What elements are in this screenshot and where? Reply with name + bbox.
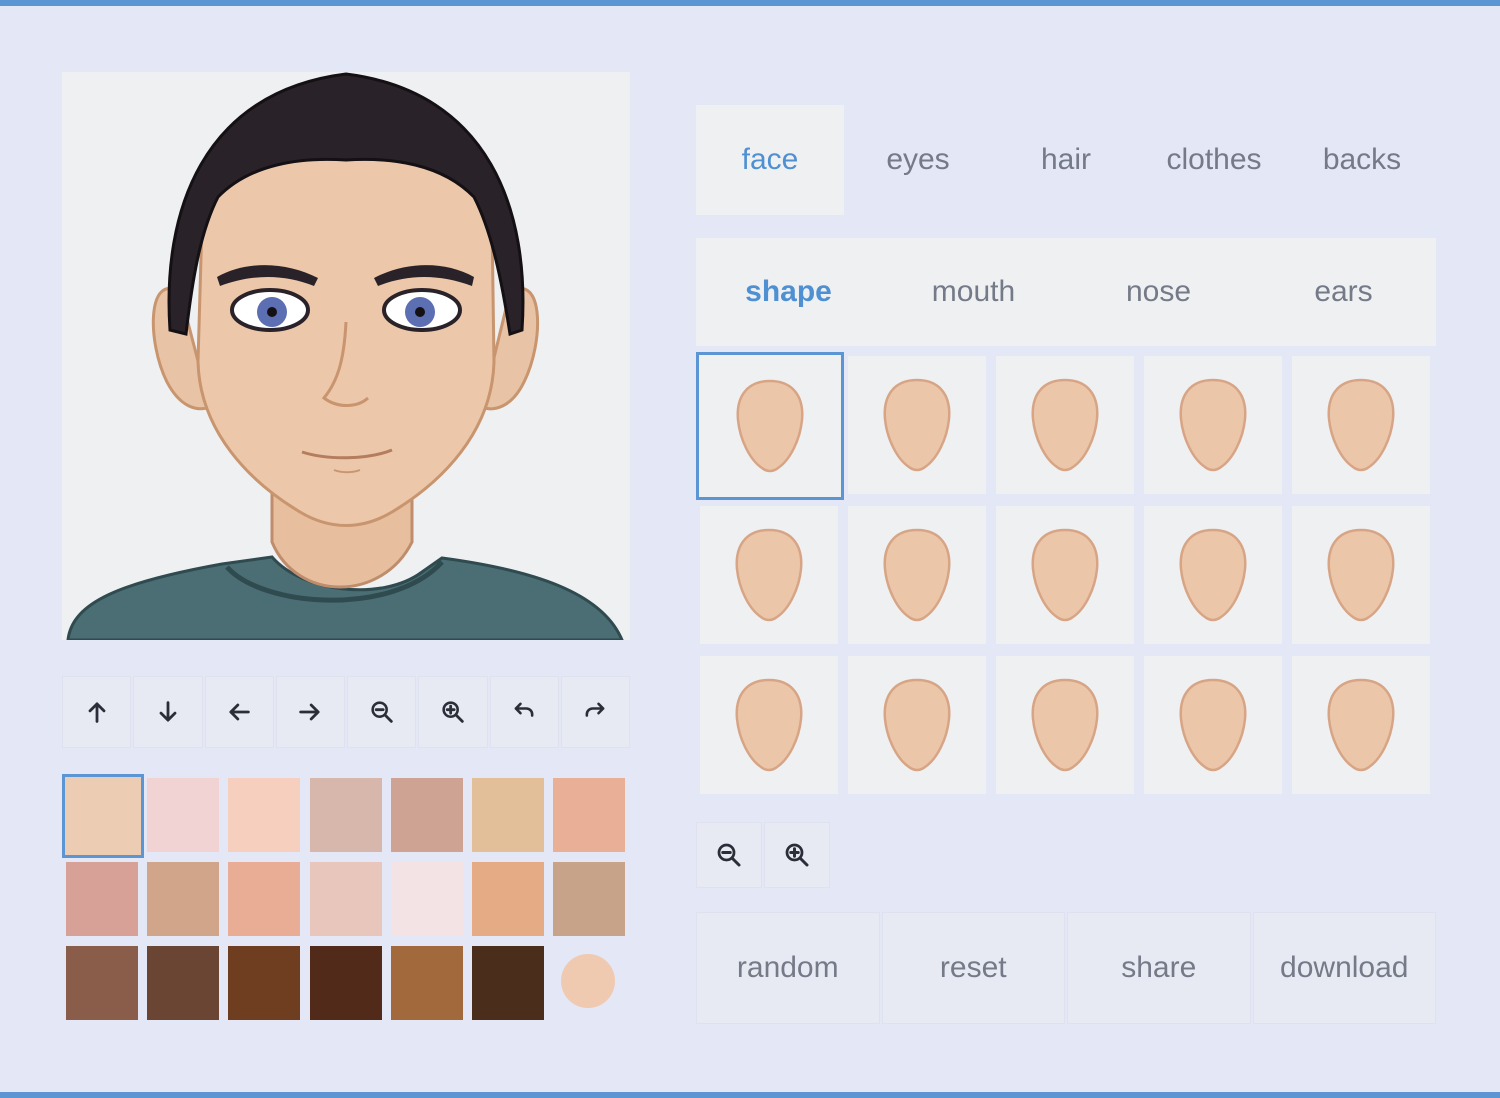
face-shape-option[interactable] <box>996 656 1134 794</box>
skin-swatch[interactable] <box>228 778 301 852</box>
skin-swatch[interactable] <box>62 774 144 858</box>
skin-swatch[interactable] <box>147 778 220 852</box>
shape-zoom-in-button[interactable] <box>764 822 830 888</box>
skin-swatch[interactable] <box>472 778 544 852</box>
tab-backs[interactable]: backs <box>1288 105 1436 215</box>
undo-icon <box>514 702 534 717</box>
avatar-illustration <box>66 72 624 640</box>
face-shape-option[interactable] <box>1144 356 1282 494</box>
skin-swatch[interactable] <box>309 946 382 1020</box>
face-shape-icon <box>1179 528 1247 622</box>
face-shape-icon <box>1031 528 1099 622</box>
tab-hair[interactable]: hair <box>992 105 1140 215</box>
face-shape-option[interactable] <box>996 356 1134 494</box>
avatar-toolbar <box>62 676 630 748</box>
face-shape-option[interactable] <box>848 506 986 644</box>
face-shape-icon <box>1179 378 1247 472</box>
arrow-right-icon <box>299 703 320 721</box>
face-shape-icon <box>883 678 951 772</box>
face-shape-option[interactable] <box>1292 356 1430 494</box>
face-shape-option[interactable] <box>700 506 838 644</box>
face-shape-option[interactable] <box>848 656 986 794</box>
zoom-out-button[interactable] <box>347 676 417 748</box>
face-shape-icon <box>1327 378 1395 472</box>
top-accent-bar <box>0 0 1500 6</box>
reset-button[interactable]: reset <box>881 912 1065 1024</box>
move-down-button[interactable] <box>133 676 203 748</box>
face-shape-icon <box>736 379 804 473</box>
face-shape-option[interactable] <box>848 356 986 494</box>
skin-swatch[interactable] <box>309 862 382 936</box>
zoom-out-icon <box>371 701 393 723</box>
share-button[interactable]: share <box>1067 912 1251 1024</box>
face-shape-icon <box>1031 378 1099 472</box>
skin-swatch[interactable] <box>553 778 626 852</box>
face-shape-icon <box>1327 528 1395 622</box>
tab-eyes[interactable]: eyes <box>844 105 992 215</box>
skin-swatch[interactable] <box>472 946 544 1020</box>
move-left-button[interactable] <box>204 676 274 748</box>
face-shape-option[interactable] <box>1144 506 1282 644</box>
zoom-out-icon <box>717 843 741 867</box>
subtab-mouth[interactable]: mouth <box>881 238 1066 346</box>
face-shape-icon <box>1179 678 1247 772</box>
face-shape-icon <box>1031 678 1099 772</box>
face-shape-option[interactable] <box>996 506 1134 644</box>
tab-clothes[interactable]: clothes <box>1140 105 1288 215</box>
skin-swatch[interactable] <box>147 946 220 1020</box>
skin-swatch[interactable] <box>390 862 463 936</box>
skin-swatch[interactable] <box>66 946 138 1020</box>
face-shape-option[interactable] <box>696 352 844 500</box>
face-shape-option[interactable] <box>1292 656 1430 794</box>
tab-face[interactable]: face <box>696 105 844 215</box>
category-tabs: face eyes hair clothes backs <box>696 105 1436 215</box>
shape-zoom-out-button[interactable] <box>696 822 762 888</box>
custom-color-picker[interactable] <box>561 954 615 1008</box>
skin-swatch[interactable] <box>228 862 301 936</box>
face-shape-option[interactable] <box>1292 506 1430 644</box>
face-shape-icon <box>883 378 951 472</box>
face-shape-icon <box>1327 678 1395 772</box>
shape-zoom-controls <box>696 822 830 888</box>
skin-swatch[interactable] <box>390 778 463 852</box>
move-up-button[interactable] <box>62 676 132 748</box>
subtab-nose[interactable]: nose <box>1066 238 1251 346</box>
skin-swatch[interactable] <box>66 862 138 936</box>
arrow-left-icon <box>229 703 250 721</box>
face-subtabs: shape mouth nose ears <box>696 238 1436 346</box>
action-buttons: random reset share download <box>696 912 1436 1024</box>
skin-swatch[interactable] <box>553 862 626 936</box>
avatar-preview <box>62 72 630 640</box>
subtab-shape[interactable]: shape <box>696 238 881 346</box>
face-shape-icon <box>735 678 803 772</box>
undo-button[interactable] <box>489 676 559 748</box>
skin-swatch[interactable] <box>390 946 463 1020</box>
bottom-accent-bar <box>0 1092 1500 1098</box>
zoom-in-icon <box>442 701 464 723</box>
skin-swatch[interactable] <box>309 778 382 852</box>
skin-swatch[interactable] <box>228 946 301 1020</box>
face-shape-option[interactable] <box>700 656 838 794</box>
move-right-button[interactable] <box>275 676 345 748</box>
face-shape-icon <box>735 528 803 622</box>
zoom-in-button[interactable] <box>418 676 488 748</box>
face-shape-icon <box>883 528 951 622</box>
download-button[interactable]: download <box>1252 912 1436 1024</box>
arrow-down-icon <box>159 701 177 722</box>
face-shape-option[interactable] <box>1144 656 1282 794</box>
face-shape-grid <box>696 352 1436 797</box>
redo-icon <box>585 702 605 717</box>
random-button[interactable]: random <box>696 912 880 1024</box>
redo-button[interactable] <box>560 676 630 748</box>
subtab-ears[interactable]: ears <box>1251 238 1436 346</box>
arrow-up-icon <box>88 702 106 723</box>
skin-swatch[interactable] <box>147 862 220 936</box>
zoom-in-icon <box>785 843 809 867</box>
skin-swatch[interactable] <box>472 862 544 936</box>
